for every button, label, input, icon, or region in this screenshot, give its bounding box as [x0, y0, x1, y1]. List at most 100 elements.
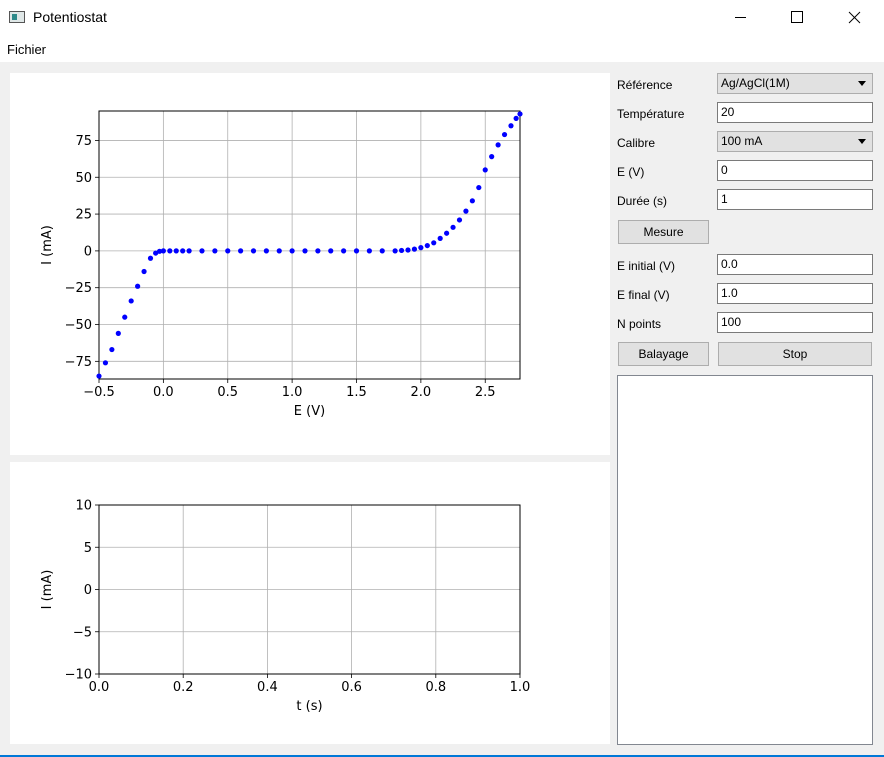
data-point: [96, 373, 102, 379]
data-point: [411, 246, 418, 252]
data-point: [180, 248, 186, 254]
menu-fichier[interactable]: Fichier: [7, 42, 46, 57]
data-point: [199, 248, 205, 254]
data-point: [450, 224, 456, 230]
plot-frame: [98, 110, 521, 380]
data-point: [315, 248, 321, 254]
y-axis-label: I (mA): [40, 225, 55, 265]
x-tick-label: 2.5: [475, 385, 496, 400]
e-initial-label: E initial (V): [617, 259, 676, 273]
iv-plot-panel: −0.5 0.0 0.5 1.0 1.5 2.0 2.5 −75 −50 −25 0 25 50 75 E …: [10, 73, 610, 455]
duree-input[interactable]: 1: [717, 189, 873, 210]
data-point: [160, 248, 166, 254]
e-initial-input[interactable]: 0.0: [717, 254, 873, 275]
data-point: [501, 131, 508, 138]
calibre-value: 100 mA: [721, 134, 763, 148]
data-point: [437, 235, 443, 241]
data-point: [341, 248, 347, 254]
data-point: [517, 111, 523, 117]
y-tick-label: 75: [75, 134, 92, 149]
title-bar: Potentiostat: [0, 0, 884, 35]
temperature-input[interactable]: 20: [717, 102, 873, 123]
reference-select[interactable]: Ag/AgCl(1M): [717, 73, 873, 94]
x-tick-label: 1.0: [282, 385, 303, 400]
data-point: [141, 268, 147, 275]
minimize-button[interactable]: [710, 0, 768, 35]
y-tick-label: 25: [75, 208, 92, 223]
data-point: [444, 230, 450, 236]
mesure-button[interactable]: Mesure: [618, 220, 709, 244]
data-point: [109, 346, 115, 353]
x-tick-label: 0.6: [341, 680, 362, 695]
e-final-input[interactable]: 1.0: [717, 283, 873, 304]
data-point: [379, 248, 385, 254]
data-point: [250, 248, 257, 254]
iv-chart: −0.5 0.0 0.5 1.0 1.5 2.0 2.5 −75 −50 −25 0 25 50 75 E …: [40, 110, 523, 419]
data-point: [173, 248, 179, 254]
data-point: [115, 330, 121, 336]
y-tick-label: −5: [73, 625, 92, 640]
data-point: [328, 248, 334, 254]
data-point: [289, 248, 295, 254]
data-point: [263, 248, 269, 254]
x-tick-label: −0.5: [83, 385, 115, 400]
calibre-label: Calibre: [617, 136, 656, 150]
data-point: [225, 248, 231, 254]
y-tick-label: 10: [75, 499, 92, 514]
data-point: [353, 248, 360, 254]
data-point: [122, 314, 128, 320]
data-point: [476, 184, 482, 191]
it-chart: 0.0 0.2 0.4 0.6 0.8 1.0−10−50510t (s)I (mA): [40, 499, 530, 715]
y-axis-label: I (mA): [40, 570, 55, 610]
data-point: [405, 247, 411, 253]
x-tick-label: 1.5: [346, 385, 367, 400]
temperature-label: Température: [617, 107, 685, 121]
data-point: [398, 247, 405, 254]
data-point: [456, 217, 463, 223]
data-point: [102, 360, 109, 366]
x-tick-label: 0.2: [173, 680, 194, 695]
data-point: [495, 142, 501, 148]
data-point: [366, 248, 372, 254]
data-point: [212, 248, 218, 254]
y-tick-label: 0: [84, 583, 92, 598]
data-point: [147, 255, 154, 261]
close-button[interactable]: [825, 0, 883, 35]
data-point: [135, 283, 141, 289]
y-tick-label: −25: [65, 281, 92, 296]
stop-button[interactable]: Stop: [718, 342, 872, 366]
data-point: [186, 248, 192, 254]
data-point: [489, 154, 495, 160]
data-point: [276, 248, 282, 254]
x-tick-label: 0.0: [153, 385, 174, 400]
maximize-button[interactable]: [767, 0, 825, 35]
x-tick-label: 2.0: [411, 385, 432, 400]
menu-bar: Fichier: [0, 35, 884, 62]
x-tick-label: 0.5: [217, 385, 238, 400]
data-point: [513, 115, 519, 121]
data-point: [167, 248, 173, 254]
duree-label: Durée (s): [617, 194, 668, 208]
e-final-label: E final (V): [617, 288, 670, 302]
data-point: [238, 248, 244, 254]
window-title: Potentiostat: [33, 9, 107, 25]
y-tick-label: −75: [65, 355, 92, 370]
data-point: [463, 208, 469, 214]
data-point: [431, 240, 437, 246]
data-point: [482, 167, 488, 173]
n-points-input[interactable]: 100: [717, 312, 873, 333]
app-icon: [9, 11, 25, 23]
n-points-label: N points: [617, 317, 662, 331]
e-input[interactable]: 0: [717, 160, 873, 181]
e-label: E (V): [617, 165, 645, 179]
data-point: [418, 245, 424, 251]
x-axis-label: E (V): [294, 404, 325, 419]
data-point: [469, 198, 475, 204]
balayage-button[interactable]: Balayage: [618, 342, 709, 366]
data-point: [508, 123, 514, 129]
y-tick-label: 50: [75, 171, 92, 186]
chevron-down-icon: [858, 81, 866, 86]
reference-label: Référence: [617, 78, 673, 92]
calibre-select[interactable]: 100 mA: [717, 131, 873, 152]
output-log[interactable]: [617, 375, 873, 745]
